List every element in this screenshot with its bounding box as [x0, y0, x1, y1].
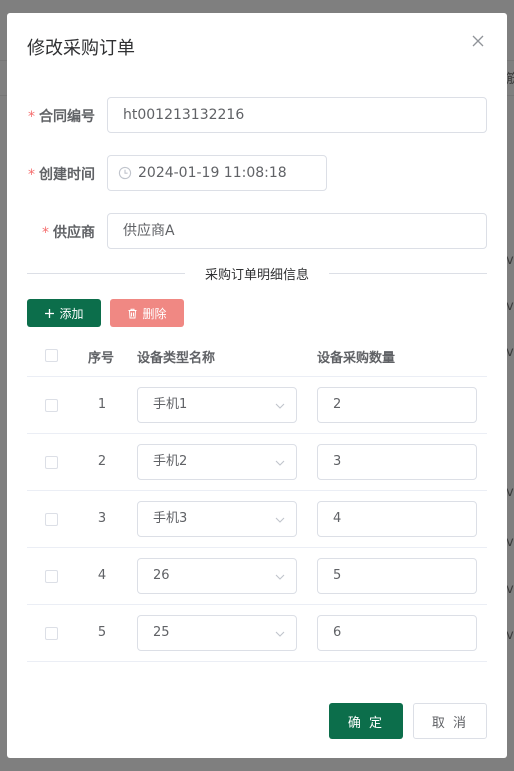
row-checkbox[interactable] [45, 627, 58, 640]
col-quantity: 设备采购数量 [317, 351, 396, 366]
edit-order-dialog: 修改采购订单 * 合同编号 ht001213132216 * 创建时间 2024-0… [7, 13, 507, 758]
quantity-input[interactable]: 3 [317, 444, 477, 480]
section-title: 采购订单明细信息 [184, 264, 330, 283]
contract-row: * 合同编号 ht001213132216 [7, 97, 507, 133]
detail-table: 序号 设备类型名称 设备采购数量 1 手机1 2 2 手机2 3 3 手机3 4… [27, 335, 487, 662]
required-mark: * [28, 109, 35, 125]
delete-button[interactable]: 删除 [110, 299, 184, 327]
created-time-picker[interactable]: 2024-01-19 11:08:18 [107, 155, 327, 191]
required-mark: * [42, 225, 49, 241]
contract-input[interactable]: ht001213132216 [107, 97, 487, 133]
chevron-down-icon [275, 631, 285, 637]
created-time-label-text: 创建时间 [39, 167, 95, 183]
add-button-label: 添加 [59, 306, 84, 321]
section-divider: 采购订单明细信息 [27, 264, 487, 283]
table-row: 5 25 6 [27, 605, 487, 662]
type-select-value: 手机3 [153, 511, 188, 526]
table-row: 2 手机2 3 [27, 434, 487, 491]
type-select-value: 26 [153, 568, 170, 583]
quantity-input[interactable]: 5 [317, 558, 477, 594]
contract-label-text: 合同编号 [39, 109, 95, 125]
chevron-down-icon [275, 460, 285, 466]
row-checkbox[interactable] [45, 456, 58, 469]
cancel-button[interactable]: 取 消 [413, 703, 487, 739]
table-row: 4 26 5 [27, 548, 487, 605]
col-index: 序号 [88, 351, 115, 366]
chevron-down-icon [275, 517, 285, 523]
type-select[interactable]: 手机3 [137, 501, 297, 537]
type-select-value: 手机1 [153, 397, 188, 412]
plus-icon [45, 308, 55, 318]
dialog-title: 修改采购订单 [27, 38, 135, 59]
select-all-checkbox[interactable] [45, 349, 58, 362]
bg-text: ve [506, 345, 514, 360]
required-mark: * [28, 167, 35, 183]
close-icon[interactable] [469, 32, 487, 50]
bg-text: ve [506, 628, 514, 643]
created-time-value: 2024-01-19 11:08:18 [138, 165, 287, 181]
add-button[interactable]: 添加 [27, 299, 101, 327]
bg-text: ve [506, 299, 514, 314]
row-checkbox[interactable] [45, 399, 58, 412]
trash-icon [128, 308, 137, 318]
bg-text: ve [506, 582, 514, 597]
supplier-label-text: 供应商 [53, 225, 95, 241]
quantity-input[interactable]: 6 [317, 615, 477, 651]
clock-icon [118, 166, 132, 180]
type-select-value: 25 [153, 625, 170, 640]
row-index: 3 [97, 511, 107, 526]
supplier-label: * 供应商 [42, 222, 95, 242]
chevron-down-icon [275, 403, 285, 409]
bg-text: ve [506, 253, 514, 268]
contract-label: * 合同编号 [28, 106, 95, 126]
row-checkbox[interactable] [45, 570, 58, 583]
type-select[interactable]: 26 [137, 558, 297, 594]
supplier-input[interactable]: 供应商A [107, 213, 487, 249]
bg-text: ve [506, 535, 514, 550]
created-time-row: * 创建时间 2024-01-19 11:08:18 [7, 155, 507, 191]
quantity-input[interactable]: 4 [317, 501, 477, 537]
chevron-down-icon [275, 574, 285, 580]
row-index: 5 [97, 625, 107, 640]
table-row: 1 手机1 2 [27, 377, 487, 434]
type-select[interactable]: 手机1 [137, 387, 297, 423]
row-index: 1 [97, 397, 107, 412]
type-select-value: 手机2 [153, 454, 188, 469]
table-header: 序号 设备类型名称 设备采购数量 [27, 335, 487, 377]
row-index: 4 [97, 568, 107, 583]
supplier-row: * 供应商 供应商A [7, 213, 507, 249]
bg-text: ve [506, 485, 514, 500]
delete-button-label: 删除 [142, 306, 167, 321]
col-type-name: 设备类型名称 [137, 351, 216, 366]
confirm-button[interactable]: 确 定 [329, 703, 403, 739]
row-index: 2 [97, 454, 107, 469]
row-checkbox[interactable] [45, 513, 58, 526]
bg-text: 筋 [506, 72, 514, 87]
type-select[interactable]: 25 [137, 615, 297, 651]
created-time-label: * 创建时间 [28, 164, 95, 184]
table-row: 3 手机3 4 [27, 491, 487, 548]
type-select[interactable]: 手机2 [137, 444, 297, 480]
quantity-input[interactable]: 2 [317, 387, 477, 423]
